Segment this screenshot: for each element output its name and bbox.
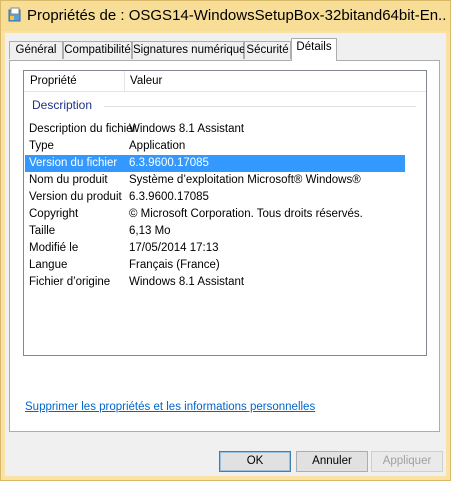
row-key: Fichier d’origine [29, 276, 111, 288]
detail-row[interactable]: Copyright © Microsoft Corporation. Tous … [25, 206, 405, 223]
column-header-value[interactable]: Valeur [130, 75, 162, 87]
cancel-button[interactable]: Annuler [296, 451, 368, 472]
column-headers: Propriété Valeur [24, 71, 426, 92]
group-header-description: Description [32, 98, 93, 112]
ok-button[interactable]: OK [219, 451, 291, 472]
row-key: Modifié le [29, 242, 79, 254]
row-value: 6.3.9600.17085 [129, 157, 209, 169]
dialog-body: Général Compatibilité Signatures numériq… [5, 33, 446, 476]
row-value: 6.3.9600.17085 [129, 191, 209, 203]
row-value: Windows 8.1 Assistant [129, 276, 245, 288]
title-bar[interactable]: Propriétés de : OSGS14-WindowsSetupBox-3… [1, 1, 450, 31]
tab-digital-signatures[interactable]: Signatures numériques [132, 41, 251, 59]
app-file-icon [8, 7, 21, 22]
row-value: © Microsoft Corporation. Tous droits rés… [129, 208, 363, 220]
detail-row[interactable]: Version du produit 6.3.9600.17085 [25, 189, 405, 206]
window-title: Propriétés de : OSGS14-WindowsSetupBox-3… [27, 7, 447, 24]
row-key: Version du produit [29, 191, 122, 203]
detail-row-selected[interactable]: Version du fichier 6.3.9600.17085 [25, 155, 405, 172]
row-key: Type [29, 140, 54, 152]
column-separator[interactable] [124, 71, 125, 91]
group-divider [104, 106, 416, 107]
details-list[interactable]: Propriété Valeur Description Description… [23, 70, 427, 356]
row-key: Taille [29, 225, 56, 237]
apply-button[interactable]: Appliquer [371, 451, 443, 472]
row-key: Description du fichier [29, 123, 137, 135]
remove-properties-link[interactable]: Supprimer les propriétés et les informat… [25, 401, 315, 413]
tab-general[interactable]: Général [9, 41, 63, 59]
tab-security[interactable]: Sécurité [244, 41, 291, 59]
row-key: Version du fichier [29, 157, 118, 169]
detail-row[interactable]: Taille 6,13 Mo [25, 223, 405, 240]
detail-row[interactable]: Fichier d’origine Windows 8.1 Assistant [25, 274, 405, 291]
row-value: Application [129, 140, 186, 152]
row-value: Système d’exploitation Microsoft® Window… [129, 174, 361, 186]
tab-compatibility[interactable]: Compatibilité [63, 41, 132, 59]
detail-row[interactable]: Langue Français (France) [25, 257, 405, 274]
column-header-property[interactable]: Propriété [30, 75, 77, 87]
detail-row[interactable]: Type Application [25, 138, 405, 155]
row-value: 6,13 Mo [129, 225, 171, 237]
row-key: Nom du produit [29, 174, 108, 186]
detail-row[interactable]: Nom du produit Système d’exploitation Mi… [25, 172, 405, 189]
row-value: Français (France) [129, 259, 220, 271]
properties-window: Propriétés de : OSGS14-WindowsSetupBox-3… [0, 0, 451, 481]
details-panel: Propriété Valeur Description Description… [9, 60, 440, 432]
detail-row[interactable]: Description du fichier Windows 8.1 Assis… [25, 121, 405, 138]
row-value: 17/05/2014 17:13 [129, 242, 219, 254]
tab-details[interactable]: Détails [291, 38, 337, 61]
row-key: Copyright [29, 208, 79, 220]
row-value: Windows 8.1 Assistant [129, 123, 245, 135]
row-key: Langue [29, 259, 68, 271]
detail-row[interactable]: Modifié le 17/05/2014 17:13 [25, 240, 405, 257]
